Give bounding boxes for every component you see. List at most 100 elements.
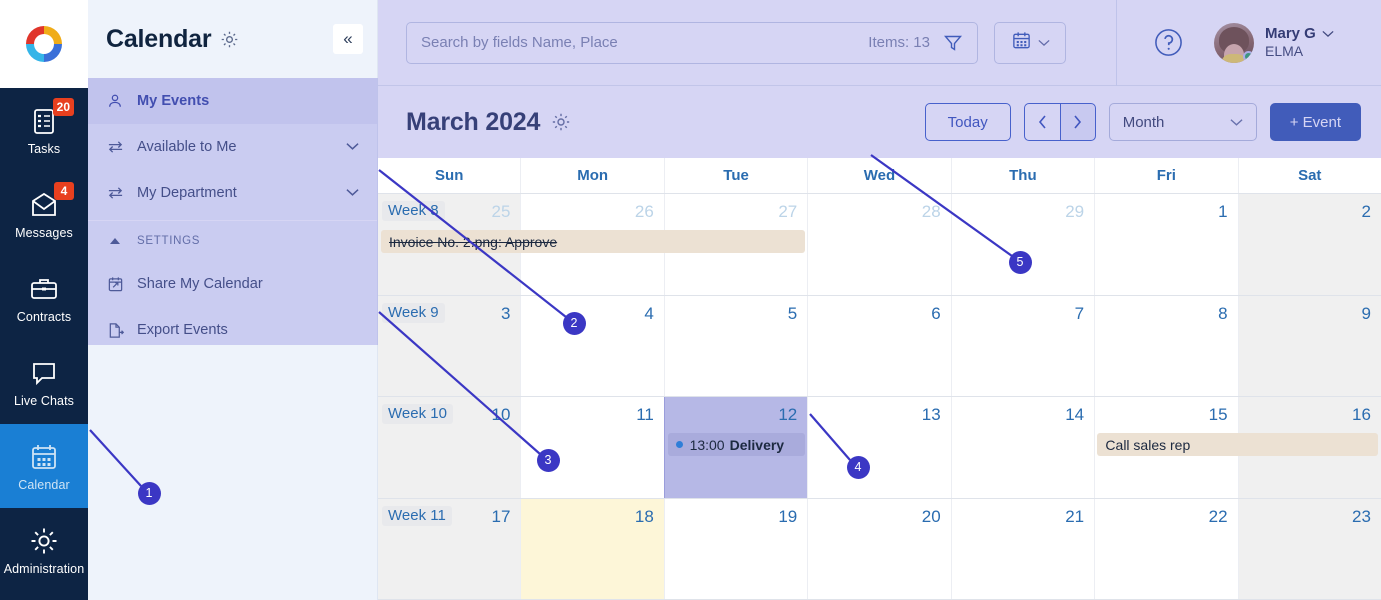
menu-section-label: SETTINGS [137,235,201,247]
day-cell[interactable]: 14 [950,397,1095,498]
day-number: 29 [1065,202,1085,221]
menu-item-share-my-calendar[interactable]: Share My Calendar [88,261,377,307]
day-cell[interactable]: 13 [807,397,951,498]
weekday-header-tue: Tue [663,158,807,193]
rail-item-calendar[interactable]: Calendar [0,424,88,508]
day-number: 5 [787,303,798,323]
day-number: 13 [921,405,941,424]
calendar-event[interactable]: Invoice No. 2.png: Approve [381,230,805,253]
user-org: ELMA [1265,42,1304,59]
contracts-icon [28,273,60,305]
day-cell[interactable]: 22 [1094,498,1238,599]
day-number: 9 [1361,303,1371,323]
day-number: 2 [1361,202,1371,221]
gear-icon[interactable] [220,30,239,49]
menu-item-available-to-me[interactable]: Available to Me [88,124,377,170]
day-cell[interactable]: 21 [950,498,1095,599]
day-cell[interactable]: 28 [807,194,951,295]
day-number: 4 [644,303,654,323]
calendar-toolbar: March 2024 Today Month + Event [378,86,1381,158]
menu-label-share-my-calendar: Share My Calendar [137,276,263,292]
day-cell[interactable]: 11 [520,397,664,498]
menu-item-my-events[interactable]: My Events [88,78,377,124]
day-cell[interactable]: 29 [950,194,1095,295]
toolbar-divider [1116,0,1117,86]
day-cell[interactable]: 23 [1237,498,1381,599]
rail-item-contracts[interactable]: Contracts [0,256,88,340]
weekday-header-mon: Mon [520,158,663,193]
rail-label-administration: Administration [3,561,85,576]
day-cell[interactable]: 5 [663,295,808,396]
panel-menu: My Events Available to Me My Department … [88,78,377,353]
chevron-down-icon[interactable] [346,139,359,155]
view-mode-select[interactable]: Month [1108,103,1257,141]
question-circle-icon[interactable] [1153,27,1184,58]
share-calendar-icon [106,275,124,293]
day-number: 27 [778,202,798,221]
event-time: 13:00 [689,436,725,453]
day-number: 11 [636,405,654,424]
funnel-icon[interactable] [943,33,963,53]
day-cell[interactable]: 7 [950,295,1095,396]
menu-section-settings[interactable]: SETTINGS [88,221,377,261]
day-cell[interactable]: 2 [1237,194,1381,295]
gear-icon[interactable] [551,112,571,132]
annotation-marker-4: 4 [846,455,870,479]
day-cell[interactable]: 19 [663,498,808,599]
week-row: 25 26 27 28 29 1 2 Week 8 Invoice No. 2.png: App… [378,194,1381,296]
user-menu[interactable]: Mary G ELMA [1214,22,1334,63]
menu-item-export-events[interactable]: Export Events [88,307,377,353]
menu-label-my-events: My Events [137,93,210,109]
event-title: Delivery [729,436,785,453]
calendar-icon [28,441,60,473]
prev-month-button[interactable] [1023,103,1060,141]
top-toolbar: Search by fields Name, Place Items: 13 M… [378,0,1381,86]
calendar-application: 20 Tasks 4 Messages Contracts Live Chats… [0,0,1381,600]
day-cell[interactable]: 9 [1237,295,1381,396]
caret-up-icon [106,232,124,250]
add-event-button[interactable]: + Event [1269,103,1361,141]
exchange-icon [106,138,124,156]
day-number: 1 [1218,202,1228,221]
page-title: March 2024 [406,107,541,136]
calendar-source-select[interactable] [994,21,1066,64]
chevron-down-icon[interactable] [346,185,359,201]
weekday-header-wed: Wed [807,158,950,193]
calendar-event[interactable]: Call sales rep [1097,433,1378,456]
search-input[interactable]: Search by fields Name, Place Items: 13 [406,21,978,64]
rail-label-calendar: Calendar [18,477,70,492]
rail-item-tasks[interactable]: 20 Tasks [0,88,88,172]
day-number: 16 [1352,405,1371,424]
next-month-button[interactable] [1059,103,1096,141]
today-button[interactable]: Today [924,103,1011,141]
calendar-side-panel: Calendar « My Events Available to Me My … [88,0,378,600]
day-number: 28 [921,202,941,221]
day-cell[interactable]: 4 [520,295,664,396]
day-cell[interactable]: 8 [1094,295,1238,396]
items-count: Items: 13 [868,34,930,51]
day-cell[interactable]: 1 [1094,194,1238,295]
day-number: 22 [1208,506,1228,526]
panel-header: Calendar « [88,0,377,78]
day-cell[interactable]: 18 [520,498,664,599]
day-cell[interactable]: 20 [807,498,951,599]
double-chevron-left-icon[interactable]: « [333,24,363,54]
rail-item-messages[interactable]: 4 Messages [0,172,88,256]
rail-item-live-chats[interactable]: Live Chats [0,340,88,424]
calendar-event[interactable]: 13:00 Delivery [667,433,805,456]
day-number: 19 [778,506,798,526]
app-logo[interactable] [0,0,88,88]
week-label: Week 10 [382,404,453,424]
event-title: Call sales rep [1105,436,1191,453]
day-number: 8 [1218,303,1228,323]
rail-item-administration[interactable]: Administration [0,508,88,592]
rail-label-tasks: Tasks [27,141,61,156]
export-icon [106,321,124,339]
weekday-header-row: Sun Mon Tue Wed Thu Fri Sat [378,158,1381,194]
menu-item-my-department[interactable]: My Department [88,170,377,216]
week-label: Week 8 [382,201,445,221]
day-cell[interactable]: 6 [807,295,951,396]
user-name: Mary G [1265,25,1316,43]
live-chats-icon [28,357,60,389]
day-number: 23 [1352,506,1371,526]
